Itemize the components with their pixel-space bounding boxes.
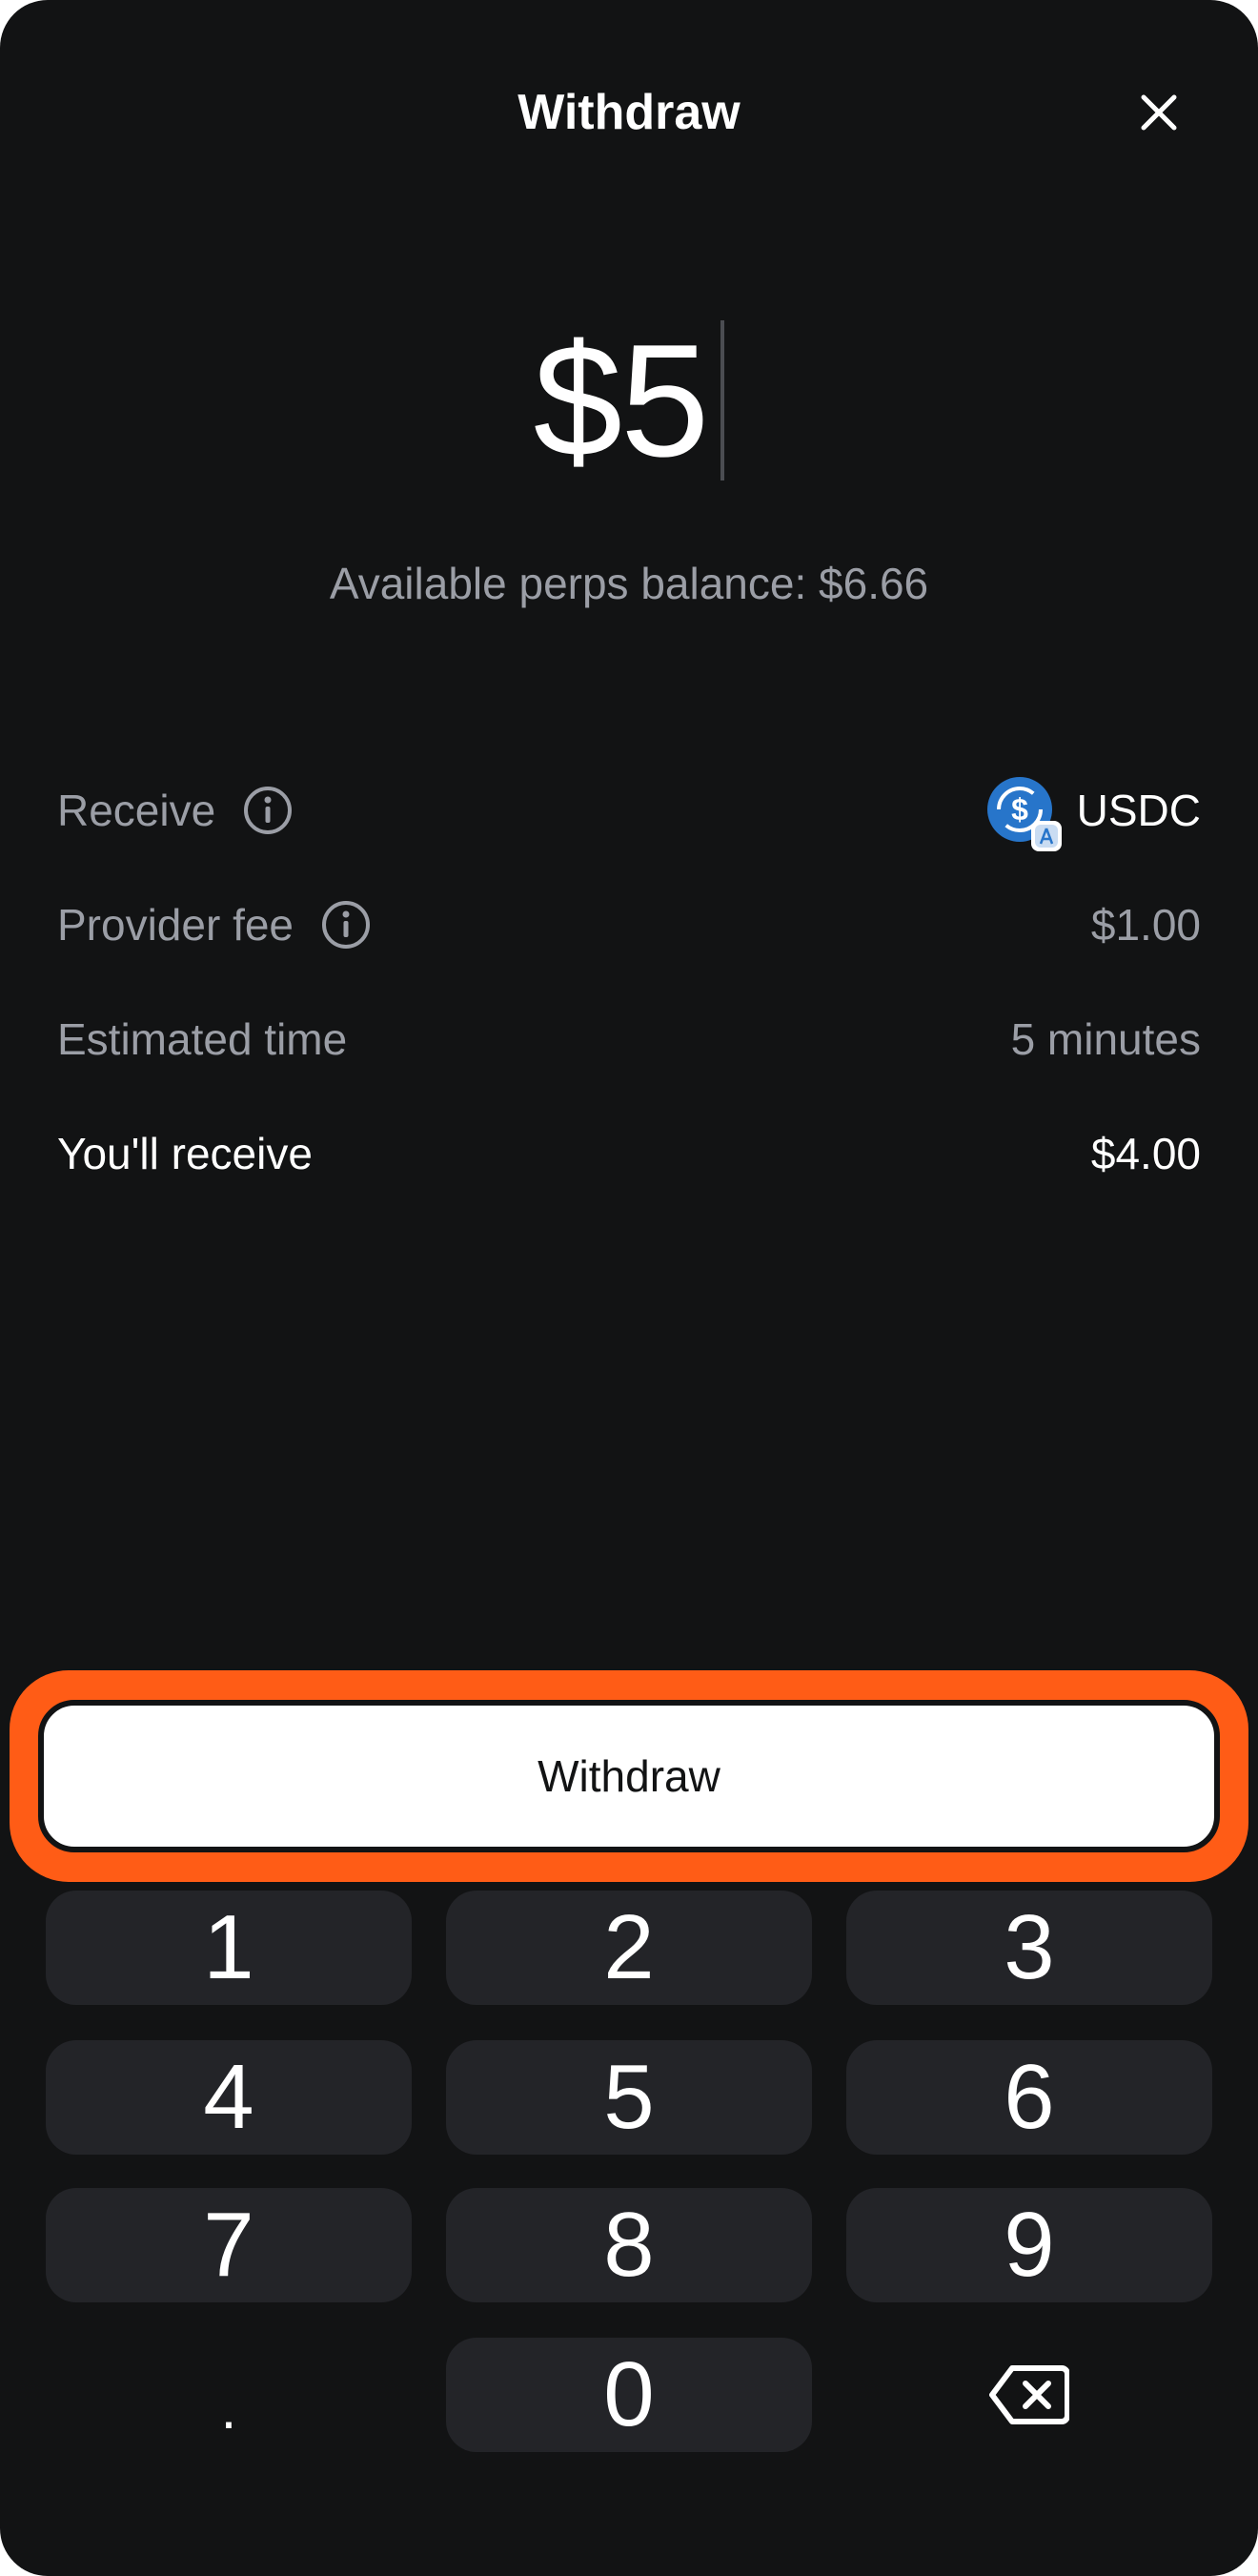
- info-icon[interactable]: [242, 785, 294, 836]
- text-caret: [720, 320, 725, 480]
- key-decimal[interactable]: .: [46, 2338, 412, 2452]
- key-9[interactable]: 9: [846, 2188, 1212, 2302]
- key-7[interactable]: 7: [46, 2188, 412, 2302]
- receive-token[interactable]: $ USDC: [986, 777, 1201, 851]
- you-receive-label: You'll receive: [57, 1129, 313, 1178]
- receive-row: Receive $ USDC: [57, 772, 1201, 851]
- you-receive-row: You'll receive $4.00: [57, 1115, 1201, 1192]
- key-2[interactable]: 2: [446, 1891, 812, 2005]
- svg-text:$: $: [1011, 792, 1028, 827]
- backspace-key[interactable]: [846, 2338, 1212, 2452]
- backspace-icon: [989, 2365, 1069, 2424]
- provider-fee-row: Provider fee $1.00: [57, 887, 1201, 963]
- key-4[interactable]: 4: [46, 2040, 412, 2155]
- usdc-icon: $: [986, 777, 1062, 851]
- info-icon[interactable]: [320, 899, 372, 951]
- estimated-time-row: Estimated time 5 minutes: [57, 1001, 1201, 1077]
- key-3[interactable]: 3: [846, 1891, 1212, 2005]
- provider-fee-label: Provider fee: [57, 900, 294, 950]
- available-balance: Available perps balance: $6.66: [329, 559, 929, 608]
- provider-fee-value: $1.00: [1090, 900, 1201, 950]
- estimated-time-label: Estimated time: [57, 1014, 348, 1064]
- key-6[interactable]: 6: [846, 2040, 1212, 2155]
- key-8[interactable]: 8: [446, 2188, 812, 2302]
- key-1[interactable]: 1: [46, 1891, 412, 2005]
- page-title: Withdraw: [517, 85, 741, 140]
- withdraw-button[interactable]: Withdraw: [38, 1700, 1220, 1852]
- estimated-time-value: 5 minutes: [1010, 1014, 1201, 1064]
- withdraw-screen: Withdraw $5 Available perps balance: $6.…: [0, 0, 1258, 2576]
- key-5[interactable]: 5: [446, 2040, 812, 2155]
- close-icon: [1141, 94, 1177, 131]
- you-receive-value: $4.00: [1090, 1129, 1201, 1178]
- amount-value: $5: [533, 311, 710, 490]
- close-button[interactable]: [1134, 88, 1184, 137]
- amount-input[interactable]: $5: [0, 305, 1258, 496]
- receive-token-label: USDC: [1076, 786, 1201, 835]
- receive-label: Receive: [57, 786, 216, 835]
- key-0[interactable]: 0: [446, 2338, 812, 2452]
